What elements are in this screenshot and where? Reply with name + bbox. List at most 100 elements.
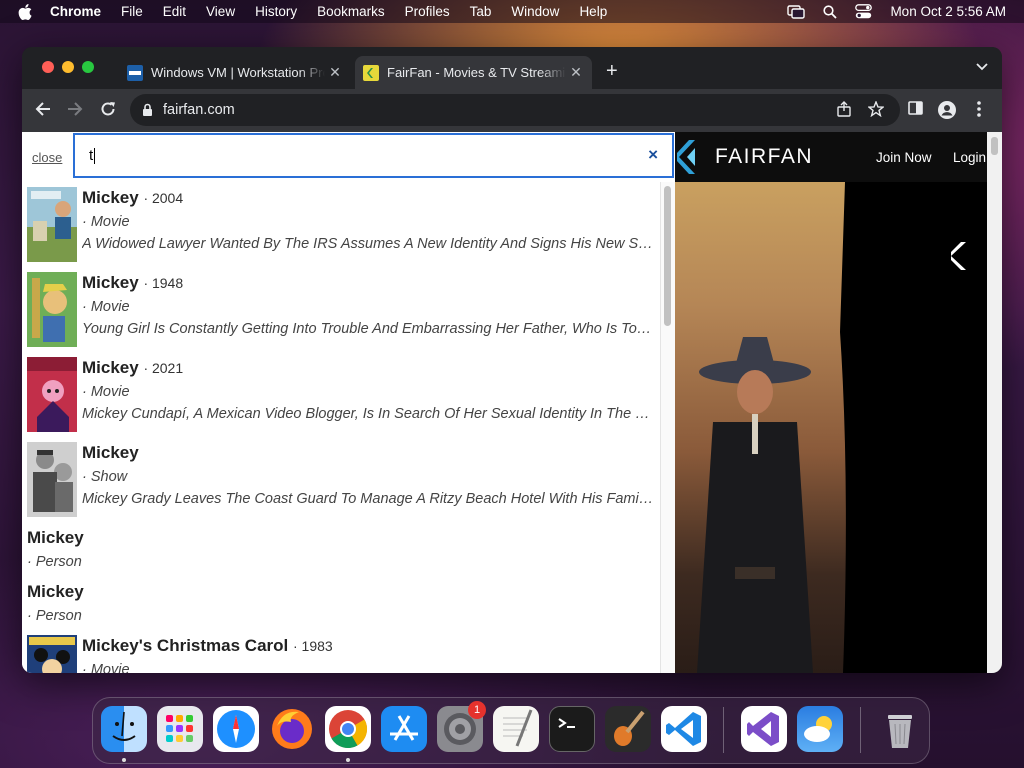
result-year: · 2004 (143, 190, 184, 206)
chrome-window: Windows VM | Workstation Pro ✕ FairFan -… (22, 47, 1002, 673)
trash-icon[interactable] (877, 706, 923, 752)
browser-toolbar: fairfan.com (22, 89, 1002, 132)
vmware-icon (127, 64, 143, 81)
result-description: Mickey Cundapí, A Mexican Video Blogger,… (82, 406, 656, 422)
apple-menu-icon[interactable] (18, 3, 32, 20)
search-result-item[interactable]: Mickey · Person (22, 581, 662, 631)
result-title: Mickey (27, 528, 84, 547)
fairfan-logo-icon (677, 140, 695, 174)
login-link[interactable]: Login (953, 150, 986, 165)
result-text: Mickey · 2021 · Movie Mickey Cundapí, A … (82, 357, 656, 424)
menu-profiles[interactable]: Profiles (405, 4, 450, 19)
screen-mirroring-icon[interactable] (787, 4, 806, 19)
visual-studio-icon[interactable] (741, 706, 787, 752)
search-result-item[interactable]: Mickey's Christmas Carol · 1983 · Movie (22, 635, 662, 673)
tab-search-chevron-icon[interactable] (976, 63, 988, 71)
bookmark-star-icon[interactable] (868, 101, 884, 117)
menu-file[interactable]: File (121, 4, 143, 19)
search-result-item[interactable]: Mickey · 2021 · Movie Mickey Cundapí, A … (22, 357, 662, 437)
menu-bar: Chrome File Edit View History Bookmarks … (0, 0, 1024, 23)
dock-separator (723, 707, 724, 753)
terminal-icon[interactable] (549, 706, 595, 752)
page-viewport: close t × Mickey · 2004 · Movie A Widowe… (22, 132, 1002, 673)
fairfan-icon (363, 64, 379, 81)
result-title: Mickey's Christmas Carol (82, 636, 289, 655)
forward-arrow-icon[interactable] (67, 101, 83, 117)
control-center-icon[interactable] (855, 4, 873, 19)
menu-window[interactable]: Window (511, 4, 559, 19)
address-bar[interactable]: fairfan.com (130, 94, 900, 126)
chrome-menu-icon[interactable] (977, 101, 981, 117)
page-scrollbar[interactable] (987, 132, 1002, 673)
result-type: · Movie (82, 662, 130, 673)
url-text[interactable]: fairfan.com (163, 102, 235, 118)
result-type: · Movie (82, 384, 130, 400)
dock-separator (860, 707, 861, 753)
clear-search-button[interactable]: × (648, 145, 658, 165)
tab-title: FairFan - Movies & TV Streaming (387, 65, 566, 80)
zoom-window-button[interactable] (82, 61, 94, 73)
profile-avatar-icon[interactable] (938, 101, 956, 119)
search-result-item[interactable]: Mickey · Person (22, 527, 662, 577)
close-tab-icon[interactable]: ✕ (566, 64, 586, 81)
reload-icon[interactable] (100, 101, 116, 117)
poster-thumbnail (27, 635, 77, 673)
join-now-link[interactable]: Join Now (876, 150, 932, 165)
spotlight-search-icon[interactable] (823, 4, 838, 19)
tab-windows-vm[interactable]: Windows VM | Workstation Pro ✕ (119, 56, 351, 89)
firefox-icon[interactable] (269, 706, 315, 752)
search-result-item[interactable]: Mickey · 1948 · Movie Young Girl Is Cons… (22, 272, 662, 352)
search-result-item[interactable]: Mickey · Show Mickey Grady Leaves The Co… (22, 442, 662, 522)
text-caret (94, 148, 96, 165)
search-result-item[interactable]: Mickey · 2004 · Movie A Widowed Lawyer W… (22, 187, 662, 267)
hero-image (675, 182, 857, 673)
search-query-text[interactable]: t (89, 147, 96, 165)
share-icon[interactable] (837, 101, 851, 117)
tab-fairfan[interactable]: FairFan - Movies & TV Streaming ✕ (355, 56, 592, 89)
safari-icon[interactable] (213, 706, 259, 752)
close-search-link[interactable]: close (32, 150, 62, 165)
results-scrollbar[interactable] (660, 182, 675, 673)
close-window-button[interactable] (42, 61, 54, 73)
side-panel-icon[interactable] (908, 101, 923, 115)
running-indicator (122, 758, 126, 762)
chrome-icon[interactable] (325, 706, 371, 752)
poster-thumbnail (27, 187, 77, 262)
close-tab-icon[interactable]: ✕ (325, 64, 345, 81)
result-text: Mickey · Person (27, 527, 656, 572)
result-type: · Person (27, 608, 82, 624)
menu-help[interactable]: Help (579, 4, 607, 19)
carousel-prev-icon[interactable] (951, 242, 967, 270)
new-tab-icon[interactable]: + (606, 60, 618, 83)
result-description: A Widowed Lawyer Wanted By The IRS Assum… (82, 236, 656, 252)
vscode-icon[interactable] (661, 706, 707, 752)
minimize-window-button[interactable] (62, 61, 74, 73)
menu-bookmarks[interactable]: Bookmarks (317, 4, 385, 19)
menu-view[interactable]: View (206, 4, 235, 19)
running-indicator (346, 758, 350, 762)
result-title: Mickey (82, 188, 139, 207)
search-input[interactable]: t × (73, 133, 674, 178)
result-text: Mickey · Person (27, 581, 656, 626)
finder-icon[interactable] (101, 706, 147, 752)
menu-tab[interactable]: Tab (470, 4, 492, 19)
results-scrollbar-thumb[interactable] (664, 186, 671, 326)
result-type: · Person (27, 554, 82, 570)
back-arrow-icon[interactable] (35, 101, 51, 117)
menu-edit[interactable]: Edit (163, 4, 186, 19)
launchpad-icon[interactable] (157, 706, 203, 752)
weather-icon[interactable] (797, 706, 843, 752)
lock-icon[interactable] (142, 103, 153, 117)
page-scrollbar-thumb[interactable] (991, 137, 998, 155)
textedit-icon[interactable] (493, 706, 539, 752)
menu-app-name[interactable]: Chrome (50, 4, 101, 19)
app-store-icon[interactable] (381, 706, 427, 752)
menu-bar-clock[interactable]: Mon Oct 2 5:56 AM (890, 4, 1006, 19)
site-header: FAIRFAN Join Now Login (675, 132, 1002, 182)
result-description: Mickey Grady Leaves The Coast Guard To M… (82, 491, 656, 507)
result-text: Mickey · 2004 · Movie A Widowed Lawyer W… (82, 187, 656, 254)
poster-thumbnail (27, 442, 77, 517)
menu-history[interactable]: History (255, 4, 297, 19)
site-brand[interactable]: FAIRFAN (715, 145, 813, 169)
garageband-icon[interactable] (605, 706, 651, 752)
